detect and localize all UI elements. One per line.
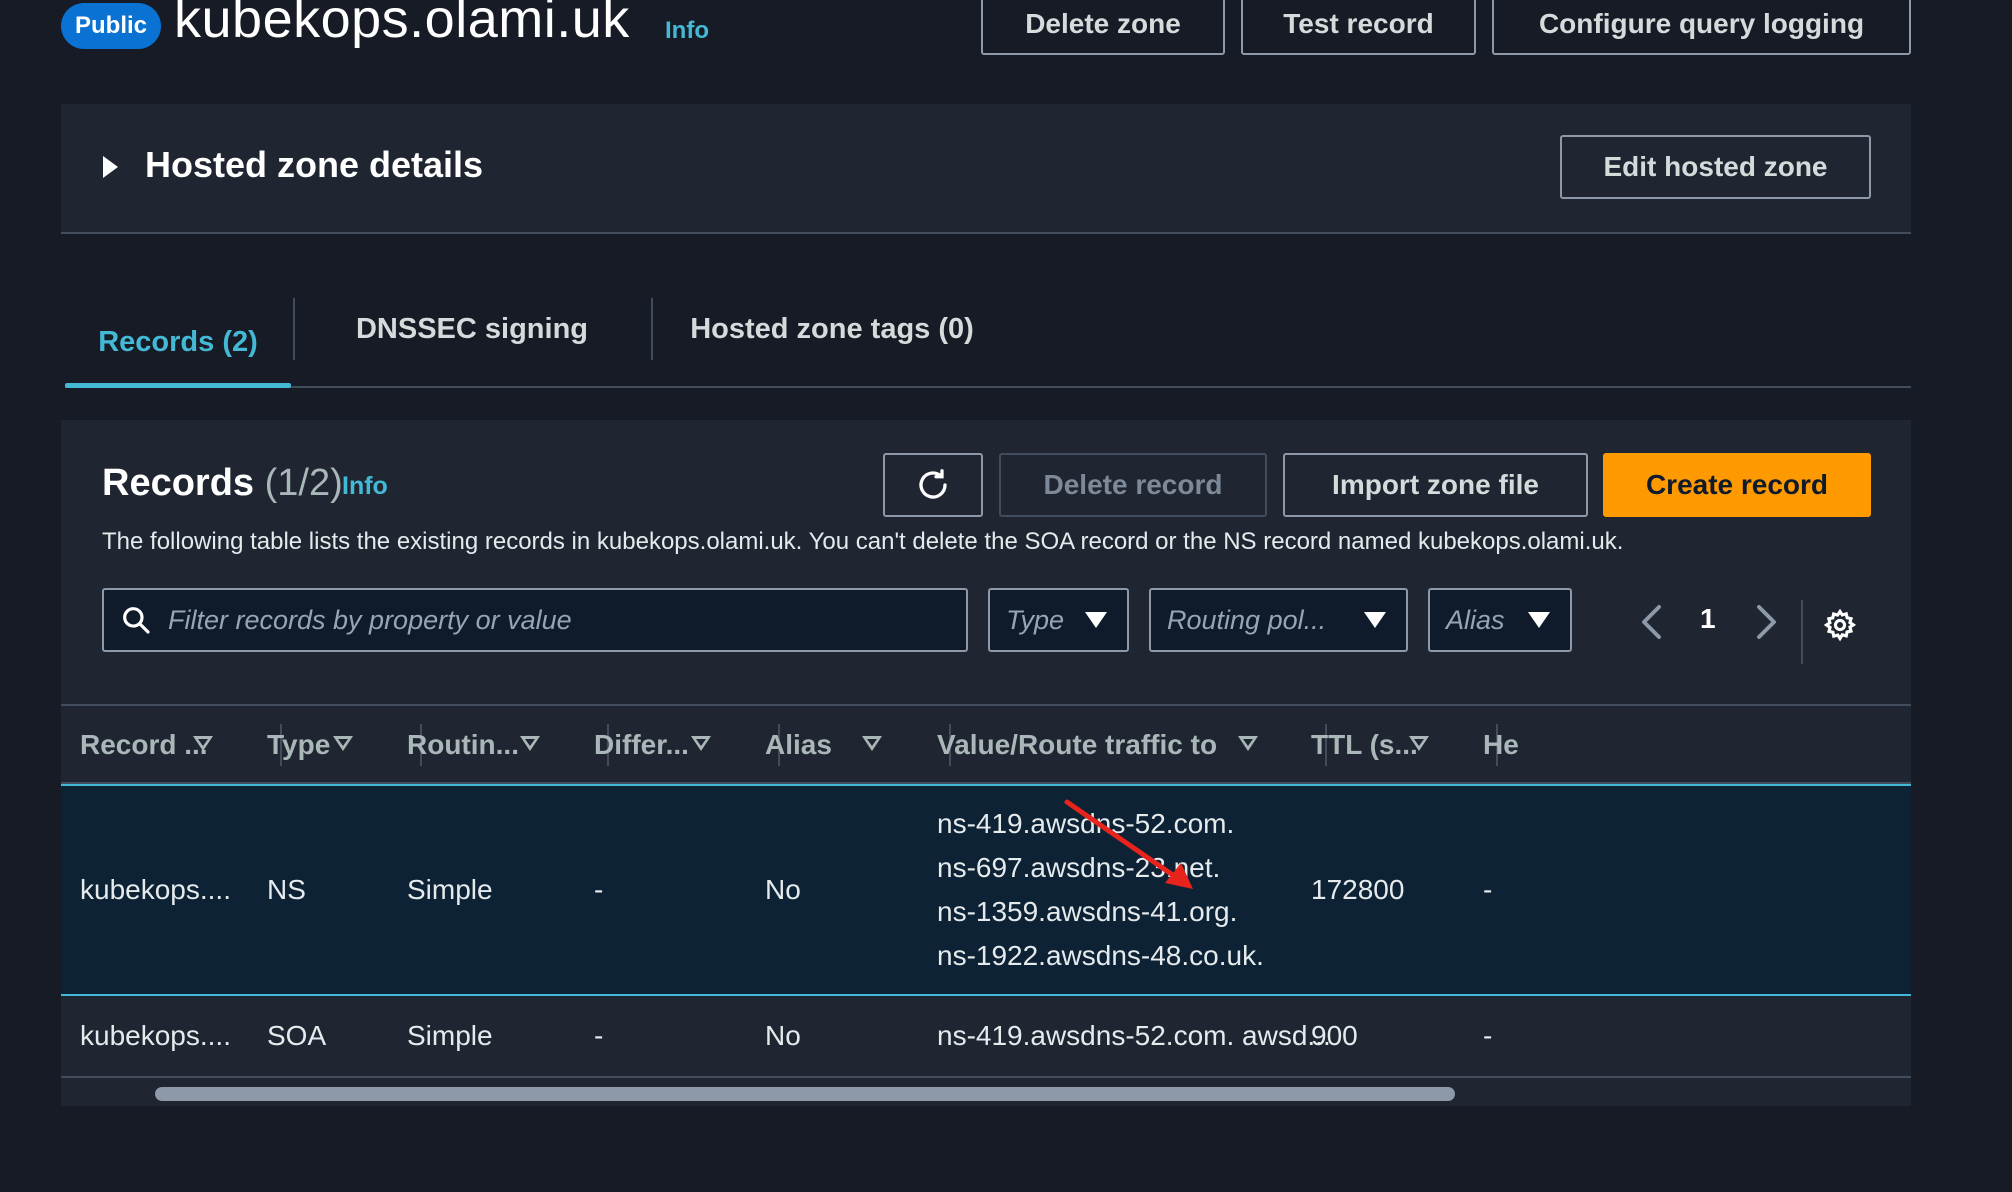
value-line: ns-1359.awsdns-41.org. <box>937 896 1238 927</box>
cell-ttl: 172800 <box>1311 874 1405 905</box>
cell-type: NS <box>267 874 306 905</box>
filter-records-field[interactable] <box>102 588 968 652</box>
configure-query-logging-button[interactable]: Configure query logging <box>1492 0 1911 55</box>
value-line: ns-1922.awsdns-48.co.uk. <box>937 940 1264 971</box>
records-title: Records <box>102 462 255 504</box>
tab-dnssec-signing[interactable]: DNSSEC signing <box>293 298 649 360</box>
cell-value: ns-419.awsdns-52.com. awsd... <box>937 1020 1331 1051</box>
annotation-arrow-icon <box>1064 799 1193 889</box>
sort-icon[interactable] <box>333 706 381 784</box>
column-label: Value/Route traffic to <box>937 729 1218 760</box>
cell-record-name[interactable]: kubekops.... <box>80 786 231 994</box>
records-info-link[interactable]: Info <box>342 472 388 501</box>
column-label: Routin... <box>407 729 519 760</box>
test-record-button[interactable]: Test record <box>1241 0 1476 55</box>
column-label: Alias <box>765 729 832 760</box>
refresh-icon <box>919 469 947 499</box>
previous-page-icon[interactable] <box>1638 604 1668 640</box>
type-select[interactable]: Type <box>988 588 1129 652</box>
table-row[interactable]: kubekops.... SOA Simple - No ns-419.awsd… <box>61 996 1911 1078</box>
page-title: kubekops.olami.uk <box>174 0 630 49</box>
sort-icon[interactable] <box>1409 706 1457 784</box>
cell-alias: No <box>765 1020 801 1051</box>
table-row[interactable]: kubekops.... NS Simple - No ns-419.awsdn… <box>61 784 1911 996</box>
cell-health: - <box>1483 874 1493 905</box>
tab-hosted-zone-tags[interactable]: Hosted zone tags (0) <box>651 298 1011 360</box>
next-page-icon[interactable] <box>1750 604 1780 640</box>
type-select-label: Type <box>1006 604 1065 635</box>
column-value[interactable]: Value/Route traffic to <box>937 706 1257 784</box>
caret-down-icon <box>1528 612 1550 628</box>
route53-hosted-zone-page: Public kubekops.olami.uk Info Delete zon… <box>0 0 2012 1192</box>
pagination-divider <box>1801 600 1803 664</box>
cell-differentiator: - <box>594 874 604 905</box>
filter-records-input[interactable] <box>168 590 966 650</box>
create-record-button[interactable]: Create record <box>1603 453 1871 517</box>
public-badge: Public <box>61 3 161 49</box>
cell-routing: Simple <box>407 1020 493 1051</box>
tab-records[interactable]: Records (2) <box>65 298 291 388</box>
cell-ttl: 900 <box>1311 1020 1358 1051</box>
column-label: TTL (s... <box>1311 729 1418 760</box>
sort-icon[interactable] <box>520 706 568 784</box>
records-table: Record ... Type Routin... Differ... Alia… <box>61 704 1911 1106</box>
cell-record-name[interactable]: kubekops.... <box>80 996 231 1076</box>
hosted-zone-details-panel: Hosted zone details Edit hosted zone <box>61 104 1911 234</box>
sort-icon[interactable] <box>193 706 241 784</box>
tab-bar: Records (2) DNSSEC signing Hosted zone t… <box>65 298 1911 388</box>
records-heading: Records (1/2) <box>102 462 343 505</box>
column-label: Differ... <box>594 729 689 760</box>
delete-record-button[interactable]: Delete record <box>999 453 1267 517</box>
column-label: He <box>1483 729 1519 760</box>
routing-select-label: Routing pol... <box>1167 604 1327 635</box>
expand-caret-icon[interactable] <box>103 156 118 178</box>
caret-down-icon <box>1085 612 1107 628</box>
column-label: Record ... <box>80 729 208 760</box>
column-label: Type <box>267 729 331 760</box>
title-info-link[interactable]: Info <box>665 17 709 45</box>
sort-icon[interactable] <box>1238 706 1286 784</box>
delete-zone-button[interactable]: Delete zone <box>981 0 1225 55</box>
routing-policy-select[interactable]: Routing pol... <box>1149 588 1408 652</box>
cell-differentiator: - <box>594 1020 604 1051</box>
alias-select[interactable]: Alias <box>1428 588 1572 652</box>
refresh-button[interactable] <box>883 453 983 517</box>
cell-alias: No <box>765 874 801 905</box>
sort-icon[interactable] <box>862 706 910 784</box>
cell-type: SOA <box>267 1020 327 1051</box>
scrollbar-thumb[interactable] <box>155 1087 1455 1101</box>
cell-health: - <box>1483 1020 1493 1051</box>
caret-down-icon <box>1364 612 1386 628</box>
gear-icon[interactable] <box>1823 608 1857 642</box>
import-zone-file-button[interactable]: Import zone file <box>1283 453 1588 517</box>
search-icon <box>123 607 150 634</box>
edit-hosted-zone-button[interactable]: Edit hosted zone <box>1560 135 1871 199</box>
records-panel: Records (1/2) Info The following table l… <box>61 420 1911 1106</box>
horizontal-scrollbar[interactable] <box>61 1080 1911 1106</box>
records-count: (1/2) <box>264 462 343 504</box>
alias-select-label: Alias <box>1446 604 1505 635</box>
sort-icon[interactable] <box>691 706 739 784</box>
column-health[interactable]: He <box>1483 706 1543 784</box>
page-number[interactable]: 1 <box>1700 603 1716 635</box>
table-header: Record ... Type Routin... Differ... Alia… <box>61 704 1911 784</box>
cell-routing: Simple <box>407 874 493 905</box>
records-description: The following table lists the existing r… <box>102 528 1624 555</box>
hosted-zone-details-toggle[interactable]: Hosted zone details <box>145 144 483 186</box>
